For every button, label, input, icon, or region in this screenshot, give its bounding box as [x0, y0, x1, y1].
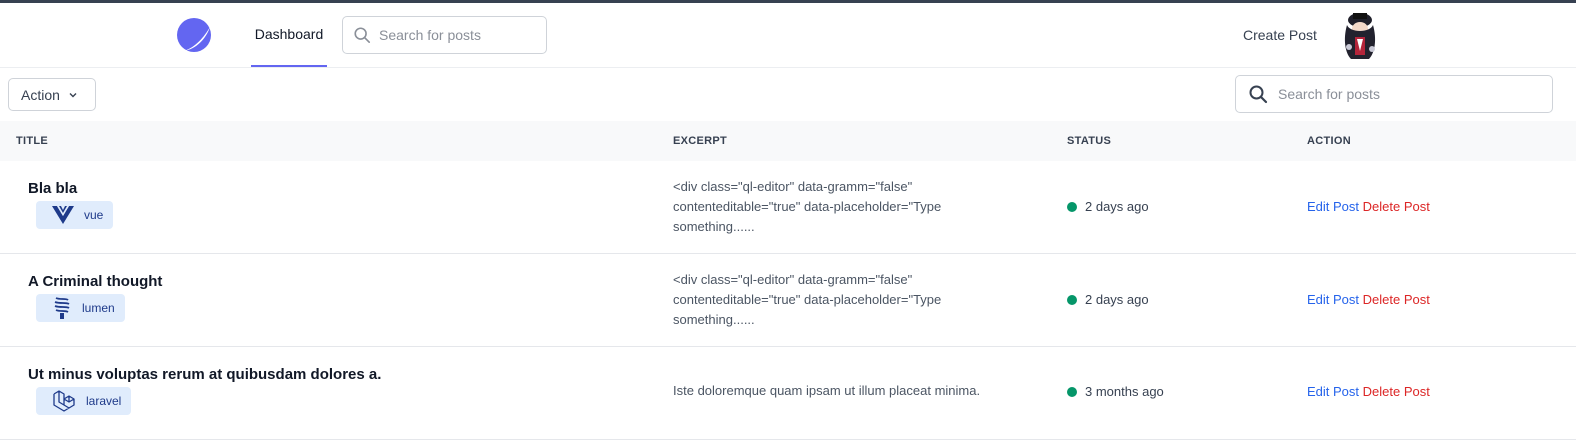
user-avatar[interactable]	[1337, 11, 1383, 61]
post-tag[interactable]: lumen	[36, 294, 125, 322]
status-text: 3 months ago	[1085, 384, 1164, 399]
row-actions: Edit Post Delete Post	[1307, 384, 1430, 399]
status-text: 2 days ago	[1085, 199, 1149, 214]
lumen-icon	[54, 297, 70, 319]
nav-search-box[interactable]	[342, 16, 547, 54]
tag-label: lumen	[82, 301, 115, 315]
delete-post-link[interactable]: Delete Post	[1363, 292, 1430, 307]
search-icon	[1249, 85, 1268, 104]
top-navbar: Dashboard Create Post	[0, 3, 1576, 68]
action-dropdown-button[interactable]: Action	[8, 78, 96, 111]
delete-post-link[interactable]: Delete Post	[1363, 199, 1430, 214]
nav-search-input[interactable]	[379, 27, 546, 43]
status-dot-icon	[1067, 294, 1077, 305]
edit-post-link[interactable]: Edit Post	[1307, 199, 1359, 214]
post-excerpt: Iste doloremque quam ipsam ut illum plac…	[673, 383, 981, 398]
post-excerpt: <div class="ql-editor" data-gramm="false…	[673, 179, 942, 234]
status-dot-icon	[1067, 386, 1077, 397]
row-actions: Edit Post Delete Post	[1307, 199, 1430, 214]
table-search-box[interactable]	[1235, 75, 1553, 113]
post-tag[interactable]: vue	[36, 201, 114, 229]
post-title: Bla bla	[28, 180, 78, 197]
table-search-input[interactable]	[1278, 86, 1552, 102]
table-row: A Criminal thought lumen <div class="ql-…	[0, 254, 1576, 347]
column-header-excerpt: EXCERPT	[673, 135, 728, 147]
create-post-link[interactable]: Create Post	[1243, 27, 1317, 43]
column-header-action: ACTION	[1307, 135, 1351, 147]
edit-post-link[interactable]: Edit Post	[1307, 292, 1359, 307]
post-status: 2 days ago	[1067, 199, 1149, 214]
status-text: 2 days ago	[1085, 292, 1149, 307]
table-header: TITLE EXCERPT STATUS ACTION	[0, 121, 1576, 161]
column-header-title: TITLE	[16, 135, 49, 147]
table-row: Ut minus voluptas rerum at quibusdam dol…	[0, 347, 1576, 440]
action-dropdown-label: Action	[21, 86, 60, 103]
row-actions: Edit Post Delete Post	[1307, 292, 1430, 307]
table-row: Bla bla vue <div class="ql-editor" data-…	[0, 161, 1576, 254]
edit-post-link[interactable]: Edit Post	[1307, 384, 1359, 399]
column-header-status: STATUS	[1067, 135, 1112, 147]
tab-dashboard[interactable]: Dashboard	[251, 3, 327, 67]
chevron-down-icon	[69, 92, 77, 97]
post-title: Ut minus voluptas rerum at quibusdam dol…	[28, 366, 382, 383]
tag-label: laravel	[86, 394, 122, 408]
post-title: A Criminal thought	[28, 273, 163, 290]
post-status: 3 months ago	[1067, 384, 1164, 399]
status-dot-icon	[1067, 201, 1077, 212]
tag-label: vue	[84, 208, 104, 222]
post-tag[interactable]: laravel	[36, 387, 132, 415]
app-logo-icon[interactable]	[176, 17, 212, 53]
post-excerpt: <div class="ql-editor" data-gramm="false…	[673, 272, 942, 327]
vue-icon	[52, 206, 74, 224]
search-icon	[354, 27, 371, 44]
laravel-icon	[53, 390, 75, 412]
post-status: 2 days ago	[1067, 292, 1149, 307]
delete-post-link[interactable]: Delete Post	[1363, 384, 1430, 399]
